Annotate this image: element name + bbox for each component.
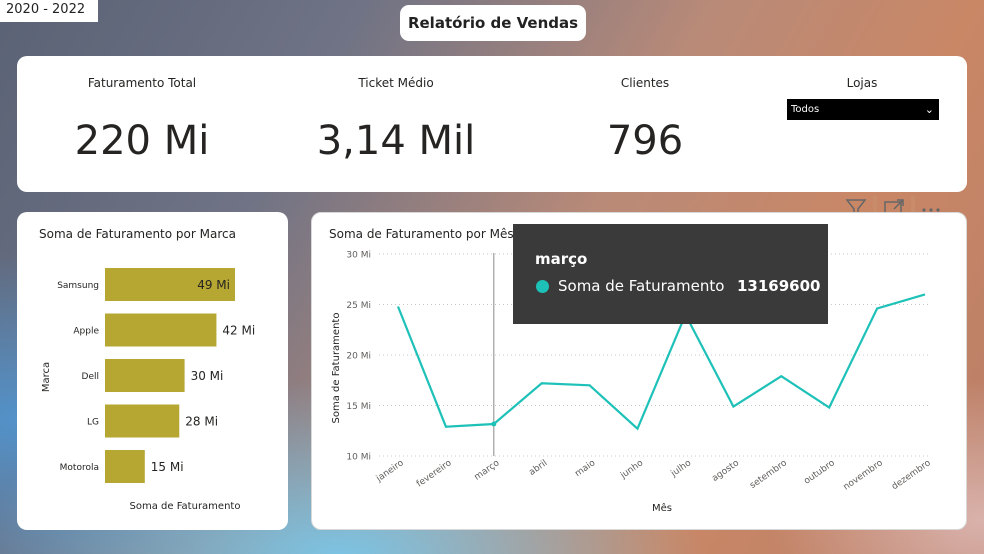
y-axis-label: Soma de Faturamento: [331, 313, 342, 424]
series-legend-marker: [536, 280, 549, 293]
x-tick-label: setembro: [748, 458, 789, 491]
tooltip-value: 13169600: [737, 277, 821, 295]
y-axis-label: Marca: [41, 362, 52, 392]
y-tick-label: 10 Mi: [346, 453, 371, 463]
category-tick-label: Samsung: [57, 281, 99, 291]
category-tick-label: Motorola: [60, 463, 99, 473]
bar[interactable]: [105, 404, 180, 438]
stores-slicer-label: Lojas: [846, 76, 878, 90]
kpi-label: Ticket Médio: [358, 76, 434, 90]
x-tick-label: abril: [527, 458, 549, 478]
y-tick-label: 30 Mi: [346, 251, 371, 261]
x-tick-label: novembro: [842, 458, 885, 493]
kpi-panel: Faturamento Total 220 Mi Ticket Médio 3,…: [17, 56, 967, 192]
bar[interactable]: [105, 313, 217, 347]
kpi-label: Faturamento Total: [87, 76, 197, 90]
x-tick-label: dezembro: [890, 458, 933, 492]
x-tick-label: agosto: [710, 458, 741, 484]
x-axis-label: Mês: [652, 502, 672, 514]
bar[interactable]: [105, 359, 185, 392]
kpi-value: 796: [606, 118, 684, 164]
tooltip-series-label: Soma de Faturamento: [558, 277, 725, 295]
x-tick-label: outubro: [802, 458, 837, 487]
y-tick-label: 25 Mi: [346, 301, 371, 311]
chart-tooltip: março Soma de Faturamento 13169600: [513, 224, 828, 324]
category-tick-label: LG: [87, 418, 99, 428]
category-tick-label: Dell: [82, 372, 99, 382]
kpi-label: Clientes: [620, 76, 670, 90]
x-tick-label: fevereiro: [415, 458, 454, 489]
data-label: 42 Mi: [222, 324, 255, 338]
data-label: 28 Mi: [185, 415, 218, 429]
x-tick-label: março: [473, 458, 502, 483]
kpi-value: 3,14 Mil: [316, 118, 476, 164]
brand-bar-chart: Marca Soma de Faturamento Samsung 49 Mi Ap…: [41, 268, 255, 512]
x-tick-label: julho: [669, 458, 694, 480]
toolbar-separator: [873, 196, 877, 213]
brand-revenue-card: Soma de Faturamento por Marca Marca Soma…: [17, 212, 288, 530]
kpi-value: 220 Mi: [74, 118, 210, 164]
stores-dropdown[interactable]: Todos ⌄: [787, 99, 939, 120]
tooltip-title: março: [535, 250, 588, 268]
x-axis-label: Soma de Faturamento: [130, 501, 241, 512]
chevron-down-icon: ⌄: [924, 103, 934, 116]
year-range-label: 2020 - 2022: [0, 0, 98, 22]
data-label: 30 Mi: [191, 369, 224, 383]
report-title: Relatório de Vendas: [400, 5, 586, 41]
data-label: 49 Mi: [197, 278, 230, 292]
bar[interactable]: [105, 450, 145, 483]
toolbar-separator: [911, 196, 915, 213]
x-tick-label: junho: [618, 458, 646, 481]
stores-dropdown-value: Todos: [791, 104, 820, 115]
y-tick-label: 20 Mi: [346, 352, 371, 362]
y-tick-label: 15 Mi: [346, 402, 371, 412]
category-tick-label: Apple: [73, 327, 99, 337]
hover-point[interactable]: [491, 421, 497, 427]
x-tick-label: janeiro: [374, 458, 406, 485]
data-label: 15 Mi: [151, 460, 184, 474]
x-tick-label: maio: [573, 458, 597, 479]
